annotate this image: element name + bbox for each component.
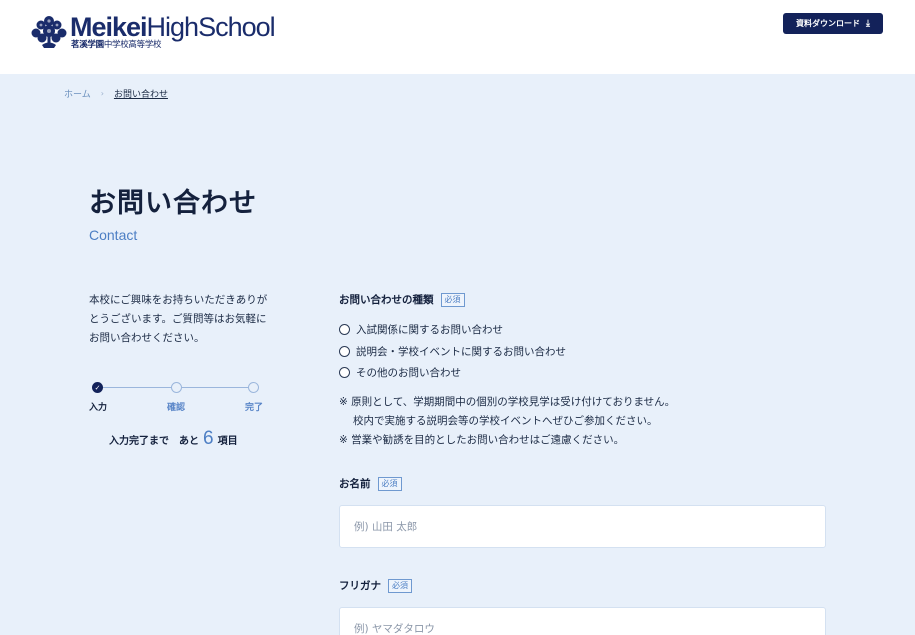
note-line: ※ 原則として、学期期間中の個別の学校見学は受け付けておりません。 bbox=[339, 396, 676, 408]
step-label-complete: 完了 bbox=[245, 403, 264, 413]
step-dot-confirm bbox=[171, 382, 182, 393]
name-input[interactable] bbox=[339, 505, 826, 548]
remaining-fields-counter: 入力完了まで あと 6 項目 bbox=[109, 428, 238, 450]
form-notes: ※ 原則として、学期期間中の個別の学校見学は受け付けておりません。 校内で実施す… bbox=[339, 393, 675, 450]
radio-button[interactable] bbox=[339, 367, 350, 379]
logo-sub-bold: 茗溪学園 bbox=[71, 40, 104, 50]
inquiry-type-option-admissions[interactable]: 入試関係に関するお問い合わせ bbox=[339, 319, 566, 341]
kana-label: フリガナ 必須 bbox=[339, 578, 412, 593]
radio-label: 入試関係に関するお問い合わせ bbox=[356, 324, 503, 337]
breadcrumb-current[interactable]: お問い合わせ bbox=[114, 87, 168, 100]
required-badge: 必須 bbox=[377, 476, 402, 491]
step-label-input: 入力 bbox=[89, 403, 108, 413]
inquiry-type-option-other[interactable]: その他のお問い合わせ bbox=[339, 362, 566, 384]
step-dot-input-check-icon: ✓ bbox=[92, 382, 103, 393]
progress-line-2 bbox=[181, 387, 253, 388]
logo-sub-light: 中学校高等学校 bbox=[103, 40, 162, 50]
breadcrumb: ホーム › お問い合わせ bbox=[64, 87, 168, 100]
breadcrumb-home-link[interactable]: ホーム bbox=[64, 87, 91, 100]
download-brochure-button[interactable]: 資料ダウンロード ⤓ bbox=[783, 13, 883, 34]
note-line: ※ 営業や勧誘を目的としたお問い合わせはご遠慮ください。 bbox=[339, 434, 625, 446]
page-subtitle: Contact bbox=[89, 227, 138, 243]
page-title: お問い合わせ bbox=[89, 188, 257, 219]
note-line: 校内で実施する説明会等の学校イベントへぜひご参加ください。 bbox=[353, 415, 658, 427]
radio-label: 説明会・学校イベントに関するお問い合わせ bbox=[356, 345, 566, 358]
remaining-prefix: 入力完了まで あと bbox=[109, 436, 199, 447]
intro-text: 本校にご興味をお持ちいただきありがとうございます。ご質問等はお気軽にお問い合わせ… bbox=[89, 294, 268, 344]
progress-line-1 bbox=[98, 387, 178, 388]
logo-brand-light: HighSchool bbox=[146, 12, 276, 42]
remaining-count: 6 bbox=[203, 428, 214, 449]
inquiry-type-option-events[interactable]: 説明会・学校イベントに関するお問い合わせ bbox=[339, 341, 566, 363]
school-crest-icon bbox=[31, 16, 67, 48]
logo-subtitle: 茗溪学園中学校高等学校 bbox=[71, 38, 162, 50]
site-header: MeikeiHighSchool 茗溪学園中学校高等学校 資料ダウンロード ⤓ bbox=[0, 0, 915, 74]
progress-steps: ✓ 入力 確認 完了 bbox=[89, 381, 269, 421]
step-label-confirm: 確認 bbox=[167, 403, 186, 413]
name-label: お名前 必須 bbox=[339, 476, 402, 491]
radio-button[interactable] bbox=[339, 345, 350, 357]
inquiry-type-label: お問い合わせの種類 必須 bbox=[339, 292, 465, 307]
download-icon: ⤓ bbox=[866, 18, 870, 29]
radio-button[interactable] bbox=[339, 324, 350, 336]
name-label-text: お名前 bbox=[339, 478, 371, 490]
remaining-suffix: 項目 bbox=[217, 436, 238, 447]
radio-label: その他のお問い合わせ bbox=[356, 367, 461, 380]
kana-label-text: フリガナ bbox=[339, 580, 381, 592]
inquiry-type-radio-group: 入試関係に関するお問い合わせ 説明会・学校イベントに関するお問い合わせ その他の… bbox=[339, 319, 566, 384]
kana-input[interactable] bbox=[339, 607, 826, 635]
school-logo[interactable]: MeikeiHighSchool 茗溪学園中学校高等学校 bbox=[30, 12, 276, 52]
download-button-label: 資料ダウンロード bbox=[796, 19, 860, 28]
breadcrumb-separator-icon: › bbox=[100, 89, 104, 98]
required-badge: 必須 bbox=[388, 578, 412, 593]
step-dot-complete bbox=[248, 382, 259, 393]
inquiry-type-label-text: お問い合わせの種類 bbox=[339, 294, 434, 306]
required-badge: 必須 bbox=[440, 292, 465, 307]
